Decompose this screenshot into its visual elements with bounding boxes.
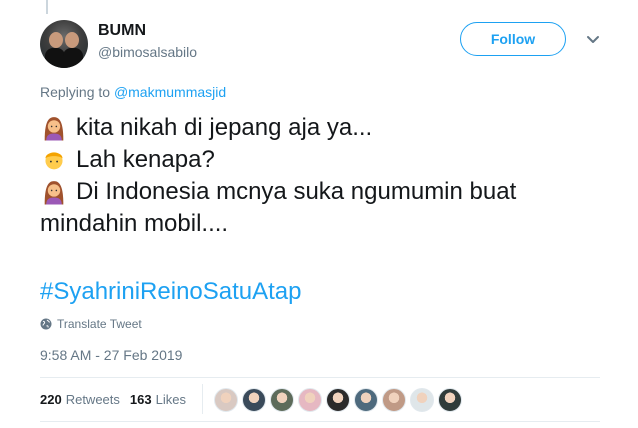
replying-to-label: Replying to [40, 84, 111, 100]
retweets-stat[interactable]: 220 Retweets [40, 392, 120, 407]
avatar-person-1 [49, 32, 63, 48]
display-name[interactable]: BUMN [98, 22, 146, 40]
tweet-line-text: Lah kenapa? [76, 146, 215, 173]
avatar-body-2 [63, 48, 83, 68]
user-handle[interactable]: @bimosalsabilo [98, 44, 197, 60]
follow-button[interactable]: Follow [460, 22, 566, 56]
tweet-line: Lah kenapa? [40, 144, 620, 176]
likes-count: 163 [129, 392, 152, 407]
chevron-down-icon[interactable] [585, 32, 601, 48]
stats-separator [202, 384, 203, 414]
replying-to: Replying to @makmummasjid [40, 84, 226, 100]
translate-tweet-link[interactable]: Translate Tweet [40, 317, 142, 331]
tweet-line-text: kita nikah di jepang aja ya... [76, 114, 373, 141]
tweet-line: kita nikah di jepang aja ya... [40, 112, 620, 144]
hashtag-link[interactable]: #SyahriniReinoSatuAtap [40, 278, 302, 306]
liker-avatar-6[interactable] [354, 388, 378, 412]
reply-mention-link[interactable]: @makmummasjid [114, 84, 226, 100]
tweet-line: mindahin mobil.... [40, 208, 620, 240]
liker-avatar-3[interactable] [270, 388, 294, 412]
liker-avatar-9[interactable] [438, 388, 462, 412]
liker-avatar-2[interactable] [242, 388, 266, 412]
tweet-stats: 220 Retweets 163 Likes [40, 392, 196, 407]
liker-avatar-1[interactable] [214, 388, 238, 412]
tweet-text: kita nikah di jepang aja ya... Lah kenap… [40, 112, 620, 240]
retweets-count: 220 [40, 392, 62, 407]
divider [40, 421, 600, 422]
woman-emoji-icon [44, 181, 64, 205]
tweet-line-text: mindahin mobil.... [40, 210, 229, 237]
tweet-line-text: Di Indonesia mcnya suka ngumumin buat [76, 178, 517, 205]
likes-stat[interactable]: 163 Likes [130, 392, 186, 407]
liker-avatar-8[interactable] [410, 388, 434, 412]
man-emoji-icon [45, 152, 63, 170]
retweets-label: Retweets [65, 392, 120, 407]
translate-label: Translate Tweet [57, 317, 142, 331]
likes-label: Likes [155, 392, 186, 407]
avatar[interactable] [40, 20, 88, 68]
woman-emoji-icon [44, 117, 64, 141]
thread-connector-line [46, 0, 48, 14]
liker-avatar-4[interactable] [298, 388, 322, 412]
tweet-timestamp[interactable]: 9:58 AM - 27 Feb 2019 [40, 347, 182, 363]
liker-avatar-7[interactable] [382, 388, 406, 412]
tweet-line: Di Indonesia mcnya suka ngumumin buat [40, 176, 620, 208]
divider [40, 377, 600, 378]
avatar-person-2 [65, 32, 79, 48]
globe-icon [40, 318, 52, 330]
liker-avatars [214, 388, 466, 412]
liker-avatar-5[interactable] [326, 388, 350, 412]
avatar-body-1 [45, 48, 65, 68]
